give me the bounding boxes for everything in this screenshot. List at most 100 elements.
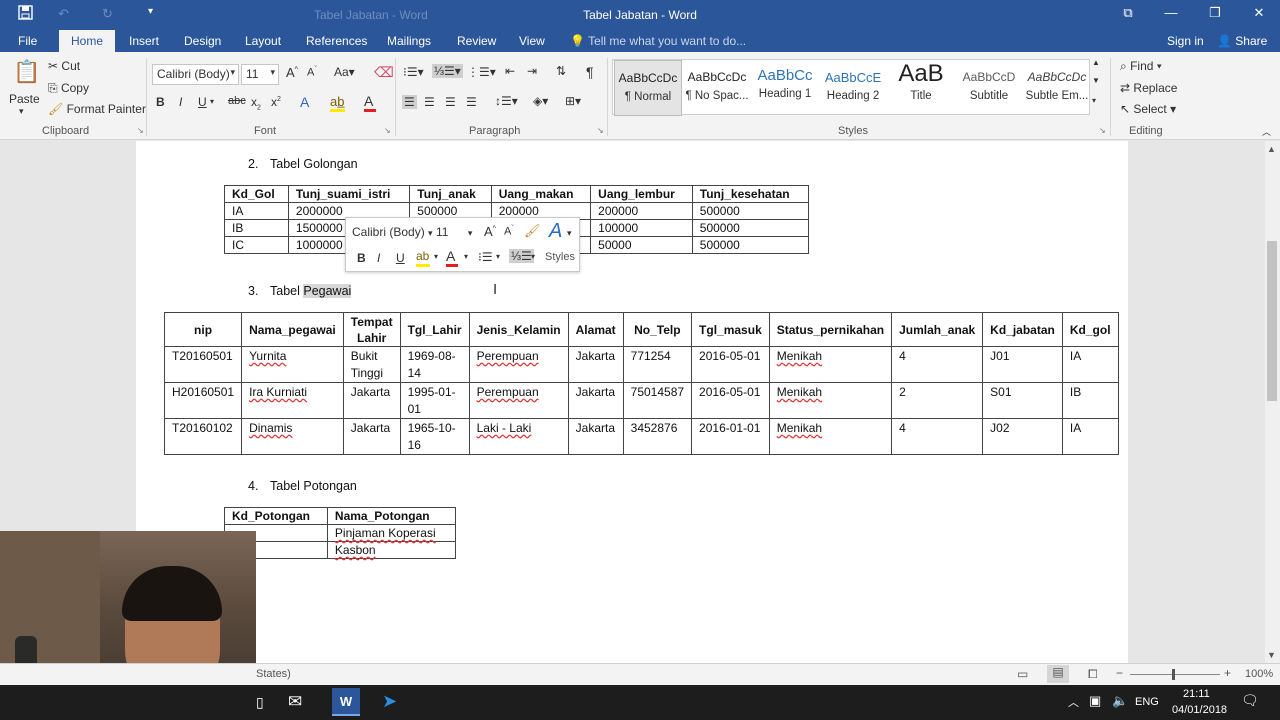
- bold-button[interactable]: B: [156, 95, 165, 109]
- table-cell[interactable]: 4: [891, 346, 984, 383]
- zoom-in-button[interactable]: +: [1224, 666, 1231, 680]
- mini-font-color-icon[interactable]: A: [446, 248, 458, 267]
- table-cell[interactable]: Menikah: [768, 382, 893, 419]
- document-page[interactable]: 2. Tabel Golongan Kd_Gol Tunj_suami_istri T…: [136, 141, 1128, 663]
- table-cell[interactable]: Bukit Tinggi: [342, 346, 401, 383]
- mini-italic-button[interactable]: I: [377, 251, 380, 265]
- table-cell[interactable]: 1995-01-01: [399, 382, 470, 419]
- cut-button[interactable]: ✂ Cut: [48, 59, 80, 73]
- tab-design[interactable]: Design: [184, 34, 221, 48]
- copy-button[interactable]: ⎘ Copy: [48, 81, 89, 96]
- show-hidden-icons[interactable]: ︿: [1068, 694, 1079, 710]
- table-cell[interactable]: Perempuan: [468, 382, 569, 419]
- tab-layout[interactable]: Layout: [245, 34, 281, 48]
- table-cell[interactable]: Jakarta: [342, 418, 401, 455]
- read-mode-icon[interactable]: ▭: [1017, 667, 1028, 681]
- shrink-font-icon[interactable]: Aˇ: [504, 225, 514, 238]
- table-cell[interactable]: 500000: [691, 219, 810, 237]
- justify-icon[interactable]: ☰: [466, 95, 477, 109]
- italic-button[interactable]: I: [179, 95, 182, 109]
- table-cell[interactable]: S01: [982, 382, 1063, 419]
- style-heading-2[interactable]: AaBbCcE Heading 2: [819, 60, 887, 116]
- tab-file[interactable]: File: [18, 34, 37, 48]
- table-cell[interactable]: 2016-05-01: [691, 346, 770, 383]
- format-painter-icon[interactable]: 🖌: [524, 223, 541, 239]
- zoom-level[interactable]: 100%: [1245, 668, 1273, 680]
- paste-icon[interactable]: 📋: [13, 59, 40, 85]
- table-cell[interactable]: Menikah: [768, 346, 893, 383]
- table-pegawai[interactable]: nip Nama_pegawai Tempat Lahir Tgl_Lahir Jeni…: [163, 312, 1119, 455]
- table-cell[interactable]: Jakarta: [567, 346, 624, 383]
- superscript-button[interactable]: x2: [271, 95, 281, 109]
- mini-font-name[interactable]: Calibri (Body) ▾: [352, 225, 433, 239]
- decrease-indent-icon[interactable]: ⇤: [505, 64, 515, 78]
- bullets-icon[interactable]: ⁝☰▾: [403, 65, 424, 79]
- subscript-button[interactable]: x2: [251, 95, 261, 111]
- mini-bullets-icon[interactable]: ⁝☰: [478, 250, 493, 264]
- print-layout-icon[interactable]: ▤: [1047, 665, 1069, 683]
- table-cell[interactable]: Dinamis: [241, 418, 344, 455]
- table-cell[interactable]: T20160102: [163, 418, 243, 455]
- mini-styles-label[interactable]: Styles: [545, 251, 575, 263]
- table-cell[interactable]: J02: [982, 418, 1063, 455]
- language-indicator[interactable]: ENG: [1135, 696, 1159, 708]
- show-marks-icon[interactable]: ¶: [586, 64, 594, 80]
- style-no-spacing[interactable]: AaBbCcDc ¶ No Spac...: [683, 60, 751, 116]
- scrollbar-thumb[interactable]: [1267, 241, 1277, 401]
- strikethrough-button[interactable]: abc: [228, 95, 246, 107]
- table-cell[interactable]: 2016-01-01: [691, 418, 770, 455]
- chevron-down-icon[interactable]: ▾: [567, 228, 572, 239]
- tell-me-box[interactable]: 💡 Tell me what you want to do...: [570, 34, 746, 48]
- align-left-icon[interactable]: ☰: [402, 95, 417, 109]
- table-cell[interactable]: Perempuan: [468, 346, 569, 383]
- select-button[interactable]: ↖ Select ▾: [1120, 102, 1176, 116]
- table-cell[interactable]: IC: [224, 236, 289, 254]
- numbering-icon[interactable]: ⅓☰▾: [432, 64, 463, 78]
- table-cell[interactable]: Yurnita: [241, 346, 344, 383]
- find-button[interactable]: ⌕ Find ▾: [1120, 59, 1162, 74]
- change-case-icon[interactable]: Aa▾: [334, 65, 355, 79]
- table-potongan[interactable]: Kd_Potongan Nama_Potongan Pinjaman Kopera…: [224, 507, 457, 559]
- style-subtle-emphasis[interactable]: AaBbCcDc Subtle Em...: [1023, 60, 1091, 116]
- table-cell[interactable]: IB: [1061, 382, 1119, 419]
- style-subtitle[interactable]: AaBbCcD Subtitle: [955, 60, 1023, 116]
- tab-review[interactable]: Review: [457, 34, 496, 48]
- network-icon[interactable]: ▣: [1089, 693, 1101, 709]
- zoom-out-button[interactable]: −: [1116, 666, 1123, 680]
- table-cell[interactable]: Laki - Laki: [468, 418, 569, 455]
- font-color-icon[interactable]: A: [364, 93, 376, 112]
- app-taskbar-icon[interactable]: ➤: [382, 691, 397, 712]
- table-cell[interactable]: 2: [891, 382, 984, 419]
- sign-in-link[interactable]: Sign in: [1167, 34, 1204, 48]
- tab-view[interactable]: View: [519, 34, 545, 48]
- styles-launcher-icon[interactable]: ↘: [1099, 126, 1106, 135]
- word-taskbar-icon[interactable]: W: [332, 688, 360, 716]
- table-cell[interactable]: Menikah: [768, 418, 893, 455]
- table-cell[interactable]: Jakarta: [342, 382, 401, 419]
- tab-insert[interactable]: Insert: [129, 34, 159, 48]
- minimize-button[interactable]: —: [1161, 5, 1181, 20]
- ribbon-display-icon[interactable]: ⧉: [1118, 5, 1138, 21]
- mail-icon[interactable]: ✉: [288, 692, 302, 712]
- table-cell[interactable]: 200000: [590, 202, 693, 220]
- mini-font-size[interactable]: 11 ▾: [436, 225, 472, 239]
- table-cell[interactable]: IB: [224, 219, 289, 237]
- chevron-down-icon[interactable]: ▾: [434, 252, 438, 261]
- collapse-ribbon-icon[interactable]: ︿: [1262, 125, 1271, 138]
- file-explorer-icon[interactable]: ▯: [256, 694, 264, 711]
- table-cell[interactable]: Pinjaman Koperasi: [326, 524, 457, 542]
- notifications-icon[interactable]: 🗨: [1241, 692, 1259, 709]
- styles-scroll-down-icon[interactable]: ▼: [1092, 76, 1100, 85]
- styles-more-icon[interactable]: ▾: [1092, 96, 1096, 105]
- table-cell[interactable]: 100000: [590, 219, 693, 237]
- font-size-box[interactable]: 11 ▾: [241, 64, 279, 85]
- shading-icon[interactable]: ◈▾: [533, 94, 548, 108]
- clear-formatting-icon[interactable]: ⌫: [374, 64, 394, 81]
- style-normal[interactable]: AaBbCcDc ¶ Normal: [614, 60, 682, 116]
- align-right-icon[interactable]: ☰: [445, 95, 456, 109]
- chevron-down-icon[interactable]: ▾: [531, 252, 535, 261]
- table-cell[interactable]: J01: [982, 346, 1063, 383]
- styles-scroll-up-icon[interactable]: ▲: [1092, 58, 1100, 67]
- font-launcher-icon[interactable]: ↘: [384, 126, 391, 135]
- table-cell[interactable]: T20160501: [163, 346, 243, 383]
